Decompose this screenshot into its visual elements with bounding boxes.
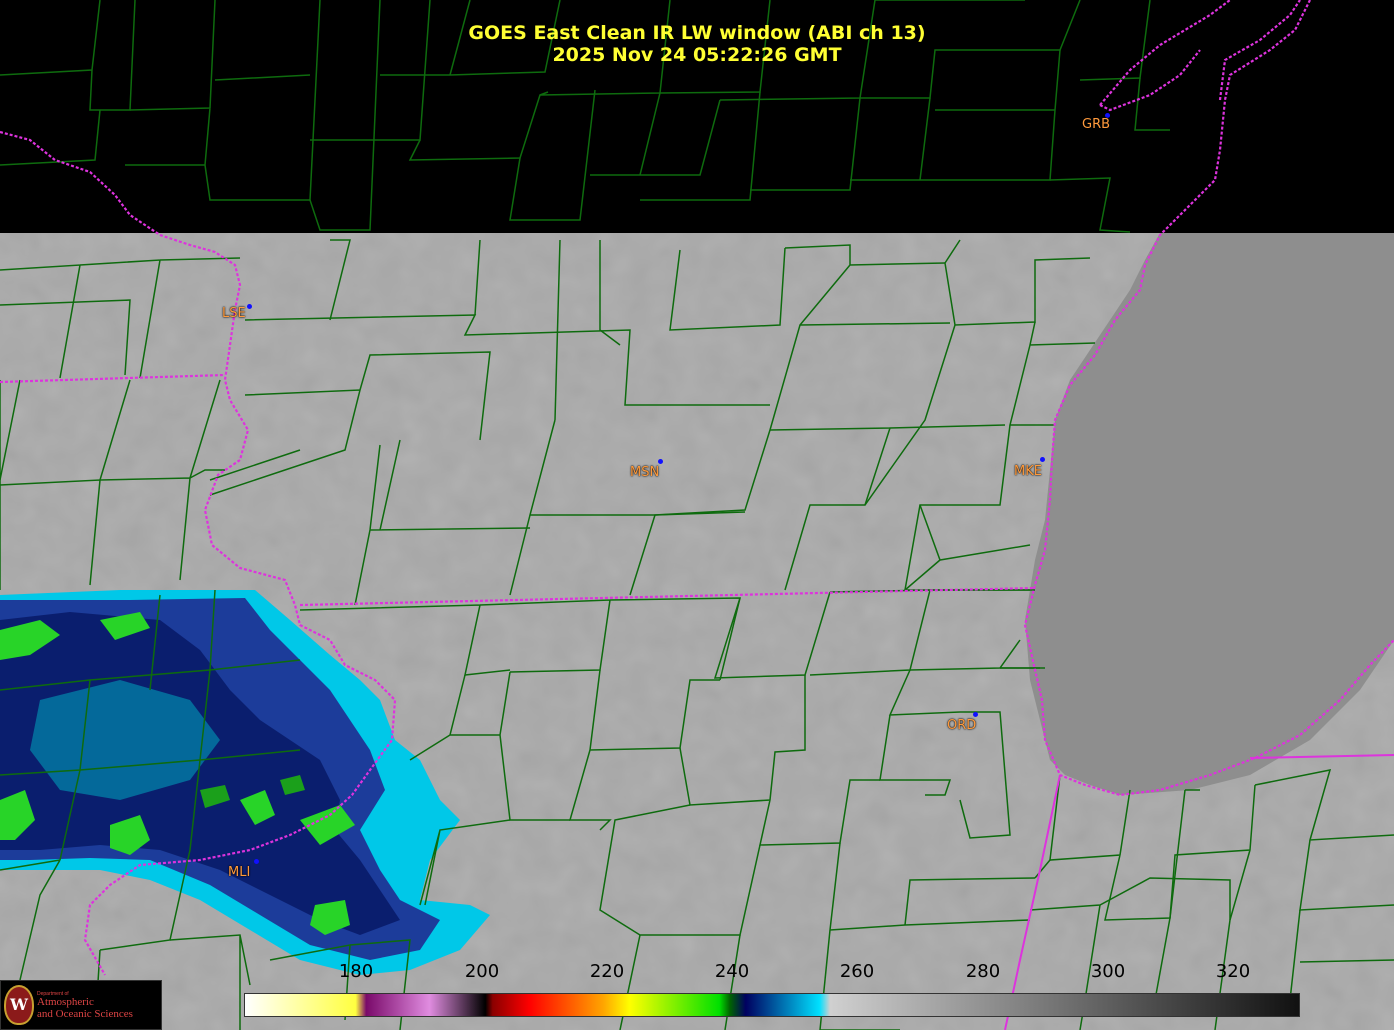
colorbar-tick: 300 — [1090, 961, 1126, 982]
title-line-2: 2025 Nov 24 05:22:26 GMT — [552, 44, 842, 66]
station-label: MKE — [1014, 464, 1042, 479]
colorbar-tick: 260 — [839, 961, 875, 982]
colorbar-tick: 280 — [965, 961, 1001, 982]
logo-text-line-2: and Oceanic Sciences — [37, 1008, 133, 1020]
aos-logo: W Department of Atmospheric and Oceanic … — [0, 980, 162, 1030]
station-marker — [658, 459, 663, 464]
station-marker — [247, 304, 252, 309]
station-label: MSN — [630, 465, 660, 480]
title-line-1: GOES East Clean IR LW window (ABI ch 13) — [468, 22, 926, 44]
station-label: MLI — [228, 865, 251, 880]
station-label: LSE — [222, 306, 246, 321]
station-marker — [973, 712, 978, 717]
colorbar-tick: 200 — [464, 961, 500, 982]
station-marker — [254, 859, 259, 864]
colorbar-tick: 240 — [714, 961, 750, 982]
satellite-map — [0, 0, 1394, 1030]
station-marker — [1040, 457, 1045, 462]
station-label: ORD — [947, 718, 977, 733]
colorbar-tick: 220 — [589, 961, 625, 982]
uw-seal-icon: W — [4, 985, 34, 1025]
station-label: GRB — [1082, 117, 1111, 132]
logo-text-line-1: Atmospheric — [37, 996, 94, 1008]
colorbar-tick: 180 — [338, 961, 374, 982]
temperature-colorbar — [244, 993, 1300, 1017]
colorbar-tick: 320 — [1215, 961, 1251, 982]
